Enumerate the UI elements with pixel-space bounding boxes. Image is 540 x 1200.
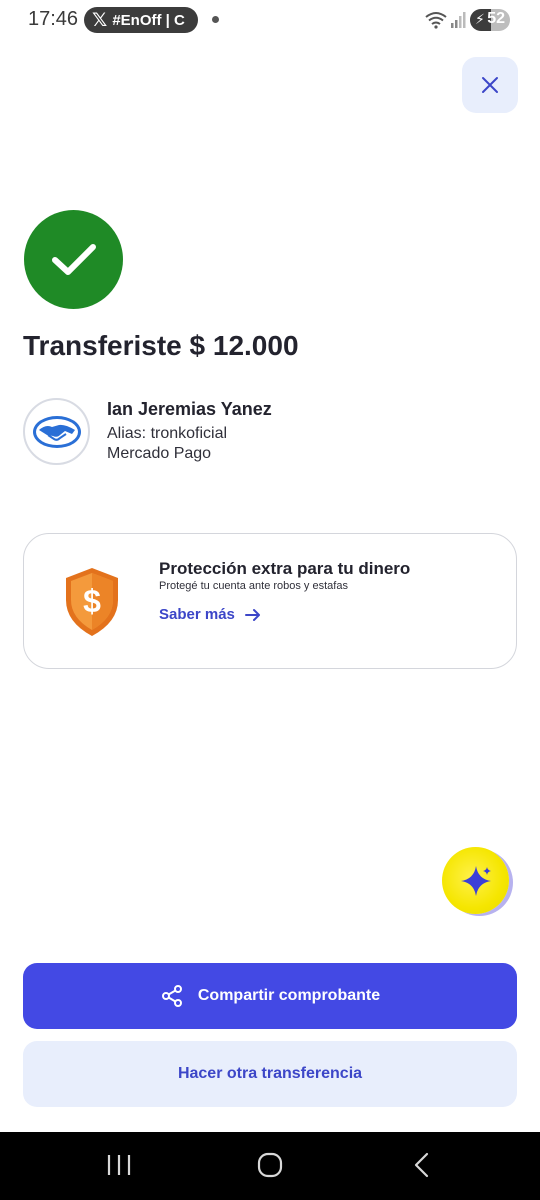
transfer-title: Transferiste $ 12.000 [23, 330, 299, 361]
check-icon [51, 243, 96, 275]
learn-more-label: Saber más [159, 606, 235, 623]
close-icon [482, 77, 498, 93]
another-transfer-label: Hacer otra transferencia [177, 1065, 363, 1082]
signal-icon [451, 12, 466, 28]
recipient-bank: Mercado Pago [107, 445, 212, 462]
notification-dot-icon [212, 16, 219, 23]
recipient-alias: Alias: tronkoficial [107, 425, 228, 442]
recipient-avatar [23, 398, 90, 465]
notification-text: #EnOff | C [112, 11, 185, 29]
battery-indicator: ⚡ 52 [470, 9, 510, 31]
x-logo-icon: 𝕏 [92, 8, 108, 31]
wifi-icon [425, 12, 447, 29]
share-receipt-button[interactable]: Compartir comprobante [23, 963, 517, 1029]
home-icon[interactable] [257, 1152, 283, 1178]
recipient-name: Ian Jeremias Yanez [107, 399, 272, 419]
recent-apps-icon[interactable] [106, 1154, 132, 1176]
status-time: 17:46 [28, 8, 79, 30]
protection-card[interactable]: $ Protección extra para tu dinero Proteg… [23, 533, 517, 669]
arrow-right-icon [244, 608, 260, 621]
charging-bolt-icon: ⚡ [475, 11, 485, 27]
success-badge [24, 210, 123, 309]
back-icon[interactable] [410, 1152, 434, 1178]
battery-level: 52 [487, 10, 505, 27]
protection-subtitle: Protegé tu cuenta ante robos y estafas [159, 580, 348, 592]
system-nav-bar [0, 1132, 540, 1200]
mercado-pago-handshake-icon [32, 415, 81, 448]
share-icon [161, 985, 182, 1007]
status-bar: 17:46 𝕏 #EnOff | C ⚡ 52 [0, 0, 540, 40]
shield-dollar-icon: $ [66, 568, 118, 636]
another-transfer-button[interactable]: Hacer otra transferencia [23, 1041, 517, 1107]
assistant-button[interactable] [442, 847, 509, 914]
close-button[interactable] [462, 57, 518, 113]
share-receipt-label: Compartir comprobante [197, 987, 381, 1004]
protection-title: Protección extra para tu dinero [159, 559, 411, 578]
notification-pill[interactable]: 𝕏 #EnOff | C [84, 7, 198, 33]
sparkle-icon [460, 865, 491, 896]
learn-more-link[interactable]: Saber más [159, 606, 261, 623]
svg-text:$: $ [83, 583, 101, 619]
